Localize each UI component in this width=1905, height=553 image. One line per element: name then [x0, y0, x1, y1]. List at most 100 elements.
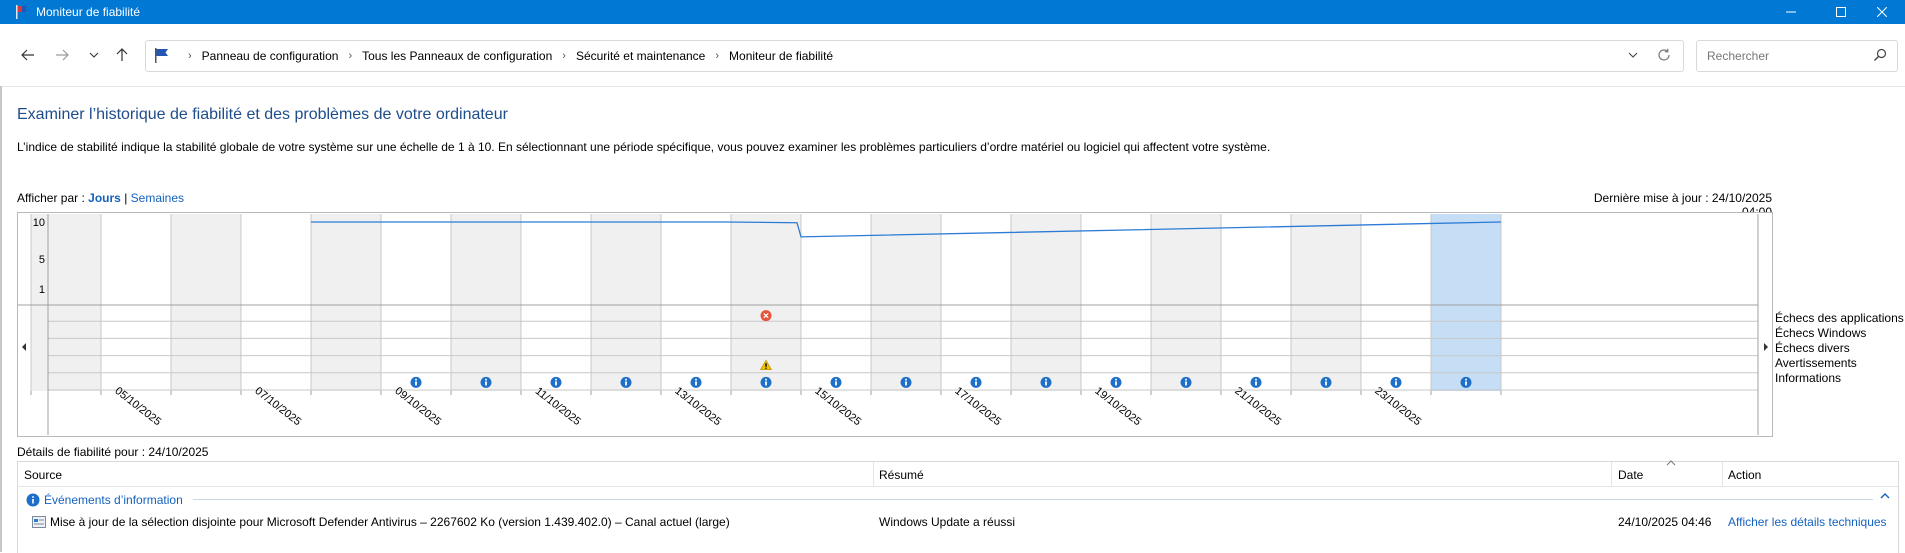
info-event-icon[interactable] — [480, 376, 492, 388]
column-divider[interactable] — [1611, 462, 1612, 486]
day-column[interactable] — [381, 214, 451, 391]
info-event-icon[interactable] — [410, 376, 422, 388]
close-button[interactable] — [1859, 0, 1905, 24]
day-column[interactable] — [1221, 214, 1291, 391]
info-event-icon[interactable] — [970, 376, 982, 388]
table-row[interactable]: Mise à jour de la sélection disjointe po… — [18, 511, 1898, 533]
info-event-icon[interactable] — [1040, 376, 1052, 388]
forward-button[interactable] — [50, 43, 74, 67]
day-column[interactable] — [1151, 214, 1221, 391]
view-technical-details-link[interactable]: Afficher les détails techniques — [1728, 515, 1887, 529]
breadcrumb-item-reliability-monitor[interactable]: Moniteur de fiabilité — [729, 49, 833, 63]
date-tick-label: 11/10/2025 — [533, 385, 583, 428]
error-event-icon[interactable] — [760, 310, 772, 322]
breadcrumb-item-security-maintenance[interactable]: Sécurité et maintenance — [576, 49, 705, 63]
reliability-chart[interactable]: 10 5 1 05/10/2025 07/10/2025 09/10/2025 11/10/… — [17, 212, 1773, 437]
column-summary[interactable]: Résumé — [879, 468, 924, 482]
search-input[interactable] — [1705, 47, 1869, 65]
info-event-icon[interactable] — [1390, 376, 1402, 388]
info-event-icon[interactable] — [760, 376, 772, 388]
day-column[interactable] — [591, 214, 661, 391]
address-dropdown-icon[interactable] — [1627, 49, 1639, 61]
day-column[interactable] — [451, 214, 521, 391]
day-column[interactable] — [1361, 214, 1431, 391]
scroll-left-icon[interactable] — [22, 343, 26, 351]
breadcrumb-separator-icon[interactable]: › — [562, 50, 566, 62]
info-icon-bar — [1255, 381, 1257, 386]
info-event-icon[interactable] — [1180, 376, 1192, 388]
day-column[interactable] — [171, 214, 241, 391]
back-button[interactable] — [16, 43, 40, 67]
info-event-icon[interactable] — [1110, 376, 1122, 388]
info-icon-bar — [695, 381, 697, 386]
info-icon-bar — [555, 381, 557, 386]
column-action[interactable]: Action — [1728, 468, 1761, 482]
collapse-chevron-icon[interactable] — [1880, 493, 1890, 499]
info-icon-bar — [905, 381, 907, 386]
breadcrumb: › Panneau de configuration › Tous les Pa… — [178, 49, 833, 63]
view-weeks-link[interactable]: Semaines — [131, 191, 184, 205]
column-divider[interactable] — [1722, 462, 1723, 486]
info-event-icon[interactable] — [690, 376, 702, 388]
view-days-link[interactable]: Jours — [88, 191, 121, 205]
row-date: 24/10/2025 04:46 — [1618, 515, 1712, 529]
info-event-icon[interactable] — [1250, 376, 1262, 388]
details-table: Source Résumé Date Action Événements d’i… — [17, 460, 1899, 553]
column-date[interactable]: Date — [1618, 468, 1643, 482]
info-icon-bar — [625, 381, 627, 386]
info-icon-bar — [1045, 381, 1047, 386]
refresh-icon[interactable] — [1657, 48, 1671, 62]
day-column[interactable] — [871, 214, 941, 391]
day-column[interactable] — [241, 214, 311, 391]
info-icon-dot — [625, 378, 627, 381]
day-column[interactable] — [801, 214, 871, 391]
search-box[interactable] — [1696, 40, 1898, 72]
info-icon-dot — [695, 378, 697, 381]
breadcrumb-separator-icon[interactable]: › — [348, 50, 352, 62]
date-tick-label: 19/10/2025 — [1092, 385, 1143, 428]
info-event-icon[interactable] — [620, 376, 632, 388]
legend-app-failures: Échecs des applications — [1775, 311, 1904, 325]
minimize-button[interactable] — [1768, 0, 1814, 24]
info-event-icon[interactable] — [1460, 376, 1472, 388]
search-icon[interactable] — [1873, 48, 1887, 62]
info-icon-bar — [485, 381, 487, 386]
column-divider[interactable] — [873, 462, 874, 486]
info-icon-dot — [485, 378, 487, 381]
day-column[interactable] — [1291, 214, 1361, 391]
event-legend: Échecs des applications Échecs Windows É… — [1775, 311, 1904, 386]
info-event-icon[interactable] — [550, 376, 562, 388]
recent-locations-button[interactable] — [82, 43, 106, 67]
breadcrumb-separator-icon[interactable]: › — [715, 50, 719, 62]
day-column[interactable] — [1011, 214, 1081, 391]
breadcrumb-item-all-control-panel[interactable]: Tous les Panneaux de configuration — [362, 49, 552, 63]
day-column[interactable] — [311, 214, 381, 391]
day-column[interactable] — [31, 214, 101, 391]
maximize-icon — [1836, 7, 1846, 17]
info-event-icon[interactable] — [900, 376, 912, 388]
reliability-chart-svg[interactable]: 10 5 1 05/10/2025 07/10/2025 09/10/2025 11/10/… — [18, 213, 1772, 436]
day-column[interactable] — [1431, 214, 1501, 391]
breadcrumb-item-control-panel[interactable]: Panneau de configuration — [202, 49, 339, 63]
maximize-button[interactable] — [1818, 0, 1864, 24]
group-divider — [193, 499, 1873, 500]
group-information-events[interactable]: Événements d’information — [26, 491, 183, 509]
info-icon-bar — [1185, 381, 1187, 386]
y-tick-label: 1 — [39, 284, 45, 296]
column-source[interactable]: Source — [24, 468, 62, 482]
day-column[interactable] — [521, 214, 591, 391]
day-column[interactable] — [941, 214, 1011, 391]
legend-misc-failures: Échecs divers — [1775, 341, 1850, 355]
info-icon-dot — [1465, 378, 1467, 381]
minimize-icon — [1786, 11, 1796, 13]
row-source: Mise à jour de la sélection disjointe po… — [50, 515, 730, 529]
scroll-right-icon[interactable] — [1764, 343, 1768, 351]
day-column[interactable] — [101, 214, 171, 391]
address-bar[interactable]: › Panneau de configuration › Tous les Pa… — [145, 40, 1684, 72]
info-icon-dot — [415, 378, 417, 381]
day-column[interactable] — [1081, 214, 1151, 391]
info-event-icon[interactable] — [830, 376, 842, 388]
up-button[interactable] — [110, 43, 134, 67]
info-event-icon[interactable] — [1320, 376, 1332, 388]
day-column[interactable] — [661, 214, 731, 391]
